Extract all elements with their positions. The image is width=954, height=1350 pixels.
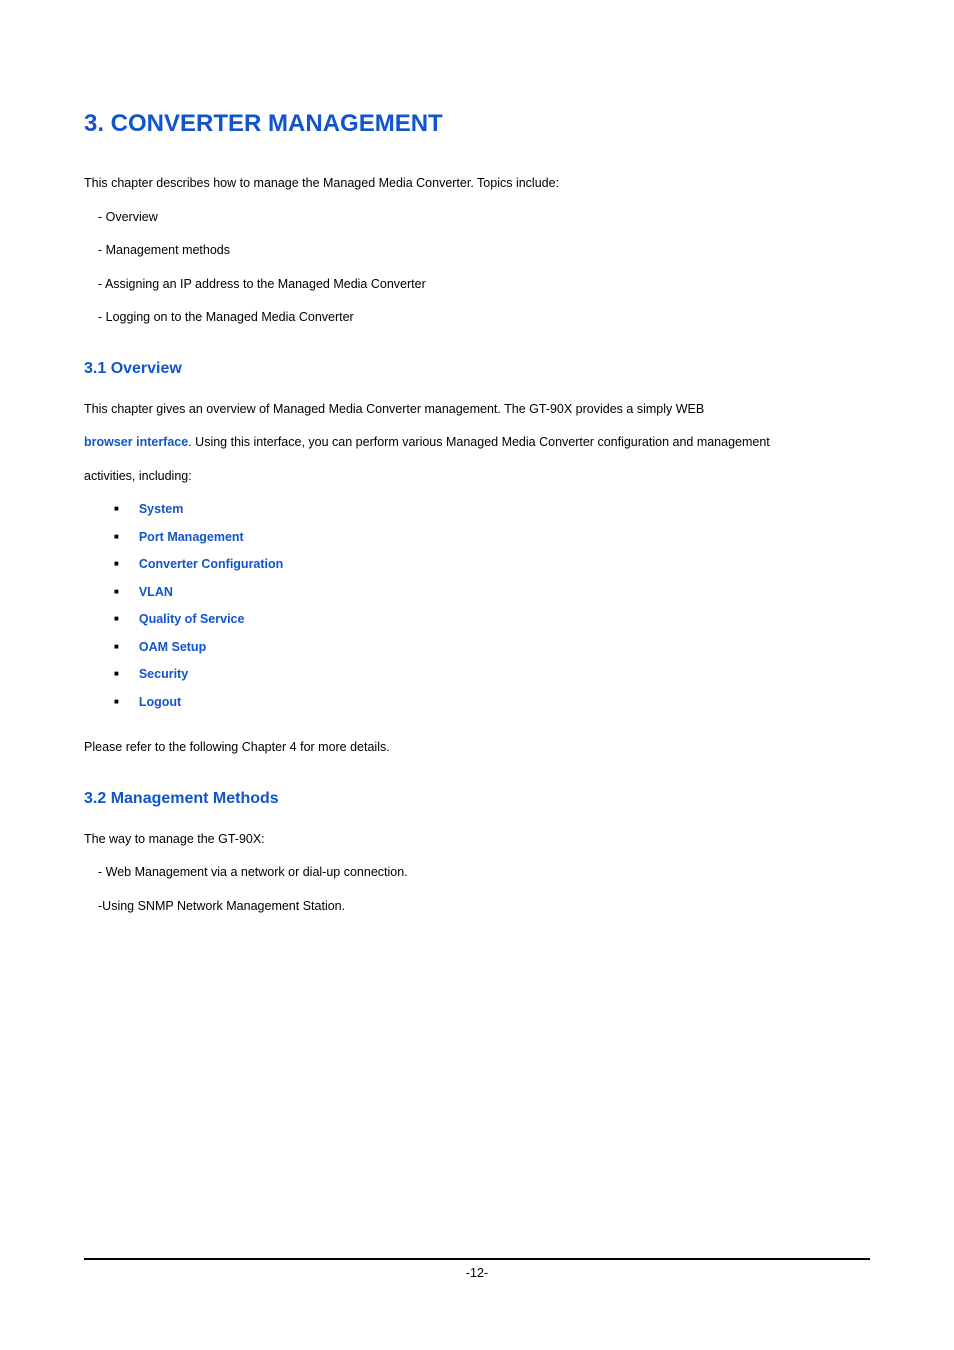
- section32-list: - Web Management via a network or dial-u…: [84, 859, 870, 920]
- heading-section-3-1: 3.1 Overview: [84, 360, 870, 378]
- page-content: 3. CONVERTER MANAGEMENT This chapter des…: [0, 0, 954, 920]
- section31-p1-line2: browser interface. Using this interface,…: [84, 429, 870, 457]
- intro-item: - Overview: [98, 204, 870, 232]
- section31-p2: Please refer to the following Chapter 4 …: [84, 734, 870, 762]
- section32-item: -Using SNMP Network Management Station.: [98, 893, 870, 921]
- bullet-label: Logout: [139, 695, 181, 709]
- bullet-label: Converter Configuration: [139, 557, 283, 571]
- bullet-label: VLAN: [139, 585, 173, 599]
- page-footer: -12-: [84, 1258, 870, 1280]
- intro-item: - Logging on to the Managed Media Conver…: [98, 304, 870, 332]
- bullet-item: Logout: [114, 689, 870, 717]
- blue-phrase: browser interface: [84, 435, 188, 449]
- bullet-label: System: [139, 502, 183, 516]
- bullet-label: OAM Setup: [139, 640, 206, 654]
- bullet-item: OAM Setup: [114, 634, 870, 662]
- bullet-label: Quality of Service: [139, 612, 245, 626]
- section32-p1: The way to manage the GT-90X:: [84, 826, 870, 854]
- intro-list: - Overview - Management methods - Assign…: [84, 204, 870, 332]
- page-number: -12-: [84, 1266, 870, 1280]
- bullet-item: Converter Configuration: [114, 551, 870, 579]
- bullet-item: System: [114, 496, 870, 524]
- bullet-label: Security: [139, 667, 188, 681]
- feature-bullet-list: System Port Management Converter Configu…: [84, 496, 870, 716]
- text-fragment: . Using this interface, you can perform …: [188, 435, 770, 449]
- bullet-item: Security: [114, 661, 870, 689]
- intro-paragraph: This chapter describes how to manage the…: [84, 170, 870, 198]
- heading-chapter: 3. CONVERTER MANAGEMENT: [84, 110, 870, 138]
- bullet-item: Port Management: [114, 524, 870, 552]
- heading-section-3-2: 3.2 Management Methods: [84, 790, 870, 808]
- bullet-item: Quality of Service: [114, 606, 870, 634]
- section31-p1-line1: This chapter gives an overview of Manage…: [84, 396, 870, 424]
- intro-item: - Management methods: [98, 237, 870, 265]
- footer-divider: [84, 1258, 870, 1260]
- bullet-item: VLAN: [114, 579, 870, 607]
- section31-p1-line3: activities, including:: [84, 463, 870, 491]
- intro-item: - Assigning an IP address to the Managed…: [98, 271, 870, 299]
- bullet-label: Port Management: [139, 530, 244, 544]
- section32-item: - Web Management via a network or dial-u…: [98, 859, 870, 887]
